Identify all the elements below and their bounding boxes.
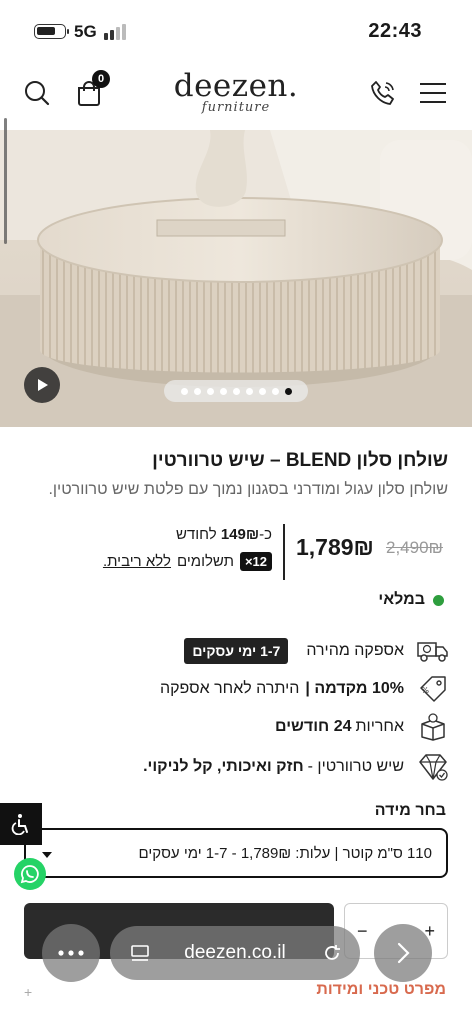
gallery-dot[interactable] <box>284 387 292 395</box>
gallery-dot[interactable] <box>206 387 214 395</box>
monthly-prefix: כ- <box>259 526 272 543</box>
phone-button[interactable] <box>366 76 400 110</box>
whatsapp-button[interactable] <box>14 858 46 890</box>
feature-text: אספקה מהירה <box>306 642 404 659</box>
network-type: 5G <box>74 22 97 41</box>
delivery-truck-icon <box>416 634 450 668</box>
gallery-dot[interactable] <box>219 387 227 395</box>
feature-warranty: אחריות 24 חודשים <box>10 710 450 744</box>
signal-icon <box>104 24 130 40</box>
chevron-right-icon <box>397 942 410 964</box>
gallery-dot[interactable] <box>271 387 279 395</box>
price-divider <box>283 524 285 580</box>
price-section: 2,490₪ 1,789₪ כ-149₪ לחודש 12× תשלומים ל… <box>0 522 472 580</box>
browser-forward-button[interactable] <box>374 924 432 982</box>
feature-marble: שיש טרוורטין - חזק ואיכותי, קל לניקוי. <box>10 750 450 784</box>
battery-icon <box>34 24 69 39</box>
product-gallery[interactable] <box>0 130 472 427</box>
address-bar[interactable]: deezen.co.il <box>110 926 360 980</box>
monthly-payment: כ-149₪ לחודש <box>176 526 272 543</box>
gallery-dot[interactable] <box>258 387 266 395</box>
feature-delivery: אספקה מהירה 1-7 ימי עסקים <box>10 634 450 668</box>
specs-accordion-title[interactable]: מפרט טכני ומידות <box>316 981 446 999</box>
chevron-down-icon <box>42 852 52 858</box>
browser-more-button[interactable] <box>42 924 100 982</box>
stock-status: במלאי <box>378 591 444 609</box>
hamburger-menu-icon <box>420 83 446 103</box>
phone-icon <box>371 81 394 105</box>
installments: 12× תשלומים ללא ריבית. <box>103 552 272 571</box>
reload-icon[interactable] <box>322 943 342 963</box>
size-selected-value: 110 ס"מ קוטר | עלות: 1,789₪ - 1-7 ימי עס… <box>138 844 432 862</box>
price-tag-icon: % <box>416 672 450 706</box>
site-header: 0 deezen. furniture <box>0 62 472 130</box>
browser-toolbar: deezen.co.il <box>42 922 432 984</box>
monthly-amount: 149₪ <box>220 526 260 543</box>
play-video-button[interactable] <box>24 367 60 403</box>
delivery-time-tag: 1-7 ימי עסקים <box>184 638 289 664</box>
feature-bold: 10% מקדמה | <box>305 680 404 697</box>
svg-text:%: % <box>421 686 429 695</box>
whatsapp-icon <box>20 865 39 884</box>
scrollbar[interactable] <box>4 118 7 244</box>
menu-button[interactable] <box>416 76 450 110</box>
tab-switcher-icon[interactable] <box>130 944 150 962</box>
installments-badge: 12× <box>239 552 272 571</box>
warranty-box-icon <box>416 710 450 744</box>
logo-brand: deezen. <box>173 68 299 104</box>
more-dots-icon <box>58 950 84 956</box>
gallery-dot[interactable] <box>245 387 253 395</box>
play-icon <box>38 379 48 391</box>
installments-text: תשלומים <box>177 553 234 570</box>
status-bar: 5G 22:43 <box>0 0 472 62</box>
product-title: שולחן סלון BLEND – שיש טרוורטין <box>152 450 448 471</box>
in-stock-dot-icon <box>433 594 444 606</box>
gallery-pagination[interactable] <box>164 380 308 402</box>
address-url: deezen.co.il <box>184 942 286 963</box>
accessibility-button[interactable] <box>0 803 42 845</box>
site-logo[interactable]: deezen. furniture <box>0 68 472 115</box>
size-select[interactable]: 110 ס"מ קוטר | עלות: 1,789₪ - 1-7 ימי עס… <box>24 828 448 878</box>
accessibility-icon <box>11 814 28 835</box>
feature-bold: חזק ואיכותי, קל לניקוי. <box>143 758 304 775</box>
original-price: 2,490₪ <box>386 538 443 557</box>
diamond-icon <box>416 750 450 784</box>
status-time: 22:43 <box>368 20 422 42</box>
feature-bold: 24 חודשים <box>275 718 352 735</box>
logo-subtitle: furniture <box>201 100 271 115</box>
feature-deposit: % 10% מקדמה | היתרה לאחר אספקה <box>10 672 450 706</box>
size-label: בחר מידה <box>374 802 446 819</box>
feature-text: היתרה לאחר אספקה <box>159 680 300 697</box>
expand-icon[interactable]: + <box>24 984 32 1000</box>
product-subtitle: שולחן סלון עגול ומודרני בסגנון נמוך עם פ… <box>48 481 448 498</box>
gallery-dot[interactable] <box>180 387 188 395</box>
no-interest-link[interactable]: ללא ריבית. <box>103 553 171 570</box>
monthly-suffix: לחודש <box>175 526 217 543</box>
gallery-dot[interactable] <box>232 387 240 395</box>
sale-price: 1,789₪ <box>296 534 374 560</box>
stock-label: במלאי <box>378 591 425 608</box>
feature-text: אחריות <box>355 718 405 735</box>
gallery-dot[interactable] <box>193 387 201 395</box>
feature-text: שיש טרוורטין - <box>307 758 404 775</box>
